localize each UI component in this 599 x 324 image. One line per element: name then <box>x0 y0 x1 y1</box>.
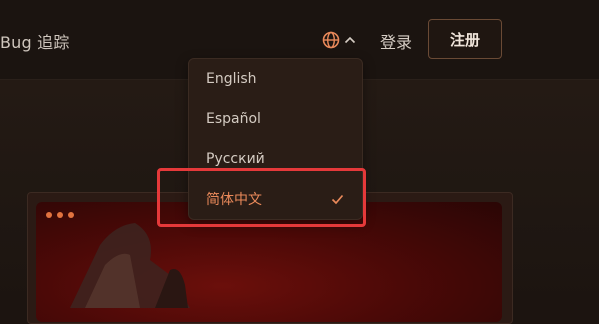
language-selector[interactable] <box>322 28 356 52</box>
site-title: Bug 追踪 <box>0 33 70 52</box>
language-option-simplified-chinese[interactable]: 简体中文 <box>189 179 362 219</box>
login-link[interactable]: 登录 <box>380 29 412 53</box>
register-button[interactable]: 注册 <box>428 19 502 59</box>
language-option-label: English <box>206 71 257 87</box>
chevron-up-icon <box>344 35 356 45</box>
language-option-english[interactable]: English <box>189 59 362 99</box>
language-option-russian[interactable]: Русский <box>189 139 362 179</box>
language-dropdown-menu: English Español Русский 简体中文 <box>188 58 363 220</box>
language-option-label: Español <box>206 111 261 127</box>
language-option-spanish[interactable]: Español <box>189 99 362 139</box>
globe-icon <box>322 31 340 49</box>
check-icon <box>331 193 344 209</box>
hero-artwork <box>70 223 190 308</box>
language-option-label: Русский <box>206 151 265 167</box>
language-option-label: 简体中文 <box>206 192 262 208</box>
